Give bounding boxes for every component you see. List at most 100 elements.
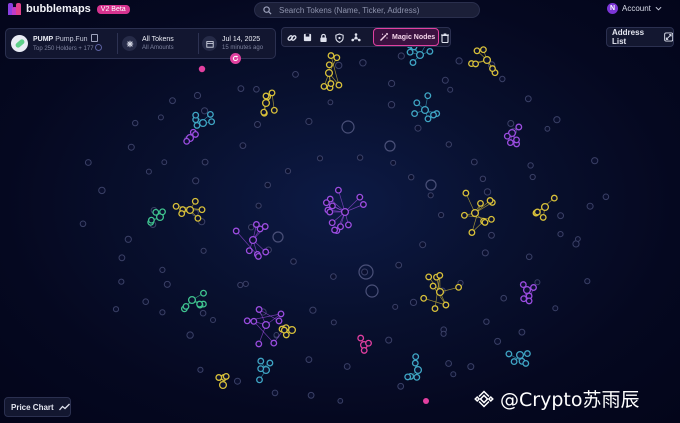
holder-bubble[interactable] bbox=[415, 50, 425, 60]
holder-bubble[interactable] bbox=[79, 220, 87, 228]
holder-cluster-yellow[interactable] bbox=[468, 46, 499, 77]
holder-bubble[interactable] bbox=[192, 130, 199, 138]
shield-icon[interactable] bbox=[333, 31, 346, 44]
holder-bubble[interactable] bbox=[182, 302, 190, 310]
account-menu[interactable]: N Account bbox=[607, 3, 662, 14]
holder-bubble[interactable] bbox=[442, 301, 450, 309]
holder-bubble[interactable] bbox=[84, 159, 92, 166]
holder-bubble[interactable] bbox=[431, 305, 439, 313]
holder-bubble[interactable] bbox=[411, 359, 419, 367]
holder-bubble[interactable] bbox=[411, 110, 419, 118]
holder-bubble[interactable] bbox=[287, 325, 297, 335]
holder-bubble[interactable] bbox=[404, 373, 412, 381]
holder-bubble[interactable] bbox=[544, 125, 551, 132]
holder-bubble[interactable] bbox=[232, 227, 240, 235]
holder-bubble[interactable] bbox=[266, 359, 274, 367]
holder-bubble[interactable] bbox=[481, 218, 489, 226]
holder-bubble[interactable] bbox=[273, 332, 280, 338]
token-info[interactable]: PUMP Pump.Fun Top 250 Holders + 177 bbox=[11, 29, 103, 58]
holder-bubble[interactable] bbox=[429, 282, 437, 290]
holder-bubble[interactable] bbox=[260, 108, 268, 116]
holder-bubble[interactable] bbox=[361, 268, 369, 276]
price-chart-button[interactable]: Price Chart bbox=[4, 397, 71, 417]
holder-bubble[interactable] bbox=[271, 389, 279, 397]
holder-bubble[interactable] bbox=[406, 48, 414, 56]
holder-bubble[interactable] bbox=[178, 210, 186, 218]
holder-bubble[interactable] bbox=[161, 159, 168, 166]
holder-bubble[interactable] bbox=[127, 143, 135, 151]
holder-bubble[interactable] bbox=[198, 206, 206, 214]
holder-bubble[interactable] bbox=[524, 95, 532, 103]
holder-bubble[interactable] bbox=[436, 271, 444, 279]
holder-bubble[interactable] bbox=[450, 371, 457, 378]
holder-bubble[interactable] bbox=[325, 61, 333, 69]
holder-cluster-green[interactable] bbox=[147, 208, 166, 226]
holder-bubble[interactable] bbox=[468, 229, 476, 236]
holder-bubble[interactable] bbox=[359, 201, 367, 208]
holder-bubble[interactable] bbox=[262, 248, 270, 256]
holder-bubble[interactable] bbox=[243, 317, 251, 325]
holder-bubble[interactable] bbox=[503, 132, 511, 140]
holder-bubble[interactable] bbox=[172, 202, 180, 210]
holder-bubble[interactable] bbox=[261, 98, 271, 108]
holder-bubble[interactable] bbox=[159, 309, 166, 316]
holder-bubble[interactable] bbox=[575, 236, 581, 242]
holder-bubble[interactable] bbox=[237, 85, 245, 92]
search-input[interactable] bbox=[277, 4, 471, 16]
highlighted-holder-bubble[interactable] bbox=[423, 398, 429, 404]
holder-bubble[interactable] bbox=[409, 298, 418, 306]
holder-bubble[interactable] bbox=[275, 317, 283, 325]
holder-bubble[interactable] bbox=[250, 317, 258, 325]
holder-bubble[interactable] bbox=[395, 261, 403, 269]
holder-bubble[interactable] bbox=[525, 297, 533, 305]
holder-bubble[interactable] bbox=[163, 280, 171, 288]
holder-bubble[interactable] bbox=[142, 298, 149, 306]
holder-bubble[interactable] bbox=[200, 247, 207, 254]
holder-bubble[interactable] bbox=[159, 266, 166, 273]
search-bar[interactable] bbox=[254, 2, 480, 18]
holder-bubble[interactable] bbox=[388, 79, 396, 88]
large-holder-bubble[interactable] bbox=[341, 120, 355, 134]
holder-bubble[interactable] bbox=[193, 121, 201, 129]
holder-cluster-pink[interactable] bbox=[357, 334, 372, 354]
holder-bubble[interactable] bbox=[145, 168, 152, 175]
holder-bubble[interactable] bbox=[334, 186, 342, 194]
holder-bubble[interactable] bbox=[159, 208, 166, 216]
holder-bubble[interactable] bbox=[198, 118, 208, 128]
holder-bubble[interactable] bbox=[309, 306, 317, 314]
holder-bubble[interactable] bbox=[426, 47, 434, 55]
holder-bubble[interactable] bbox=[270, 106, 278, 114]
holder-bubble[interactable] bbox=[187, 295, 197, 305]
holder-bubble[interactable] bbox=[237, 281, 244, 289]
holder-bubble[interactable] bbox=[427, 192, 434, 199]
holder-bubble[interactable] bbox=[330, 273, 337, 280]
token-filter[interactable]: All Tokens All Amounts bbox=[122, 29, 174, 58]
holder-bubble[interactable] bbox=[519, 281, 527, 289]
holder-bubble[interactable] bbox=[499, 75, 506, 83]
holder-bubble[interactable] bbox=[419, 241, 427, 249]
holder-cluster-yellow[interactable] bbox=[215, 372, 230, 390]
large-holder-bubble[interactable] bbox=[425, 179, 437, 191]
holder-bubble[interactable] bbox=[201, 107, 209, 115]
holder-bubble[interactable] bbox=[199, 309, 207, 317]
holder-bubble[interactable] bbox=[534, 279, 541, 286]
holder-bubble[interactable] bbox=[420, 294, 428, 302]
holder-bubble[interactable] bbox=[169, 97, 176, 105]
holder-bubble[interactable] bbox=[591, 157, 599, 165]
holder-bubble[interactable] bbox=[112, 306, 120, 313]
holder-bubble[interactable] bbox=[425, 273, 433, 281]
holder-bubble[interactable] bbox=[553, 116, 561, 124]
holder-bubble[interactable] bbox=[206, 110, 214, 118]
holder-bubble[interactable] bbox=[147, 216, 155, 224]
holder-bubble[interactable] bbox=[408, 174, 415, 181]
holder-bubble[interactable] bbox=[486, 197, 494, 204]
holder-bubble[interactable] bbox=[254, 252, 262, 260]
holder-cluster-yellow[interactable] bbox=[420, 271, 463, 313]
holder-bubble[interactable] bbox=[409, 59, 417, 66]
copy-icon[interactable] bbox=[91, 34, 99, 42]
holder-bubble[interactable] bbox=[222, 372, 230, 380]
holder-bubble[interactable] bbox=[539, 213, 547, 221]
holder-bubble[interactable] bbox=[290, 258, 297, 265]
holder-bubble[interactable] bbox=[255, 340, 263, 348]
holder-bubble[interactable] bbox=[98, 186, 106, 195]
